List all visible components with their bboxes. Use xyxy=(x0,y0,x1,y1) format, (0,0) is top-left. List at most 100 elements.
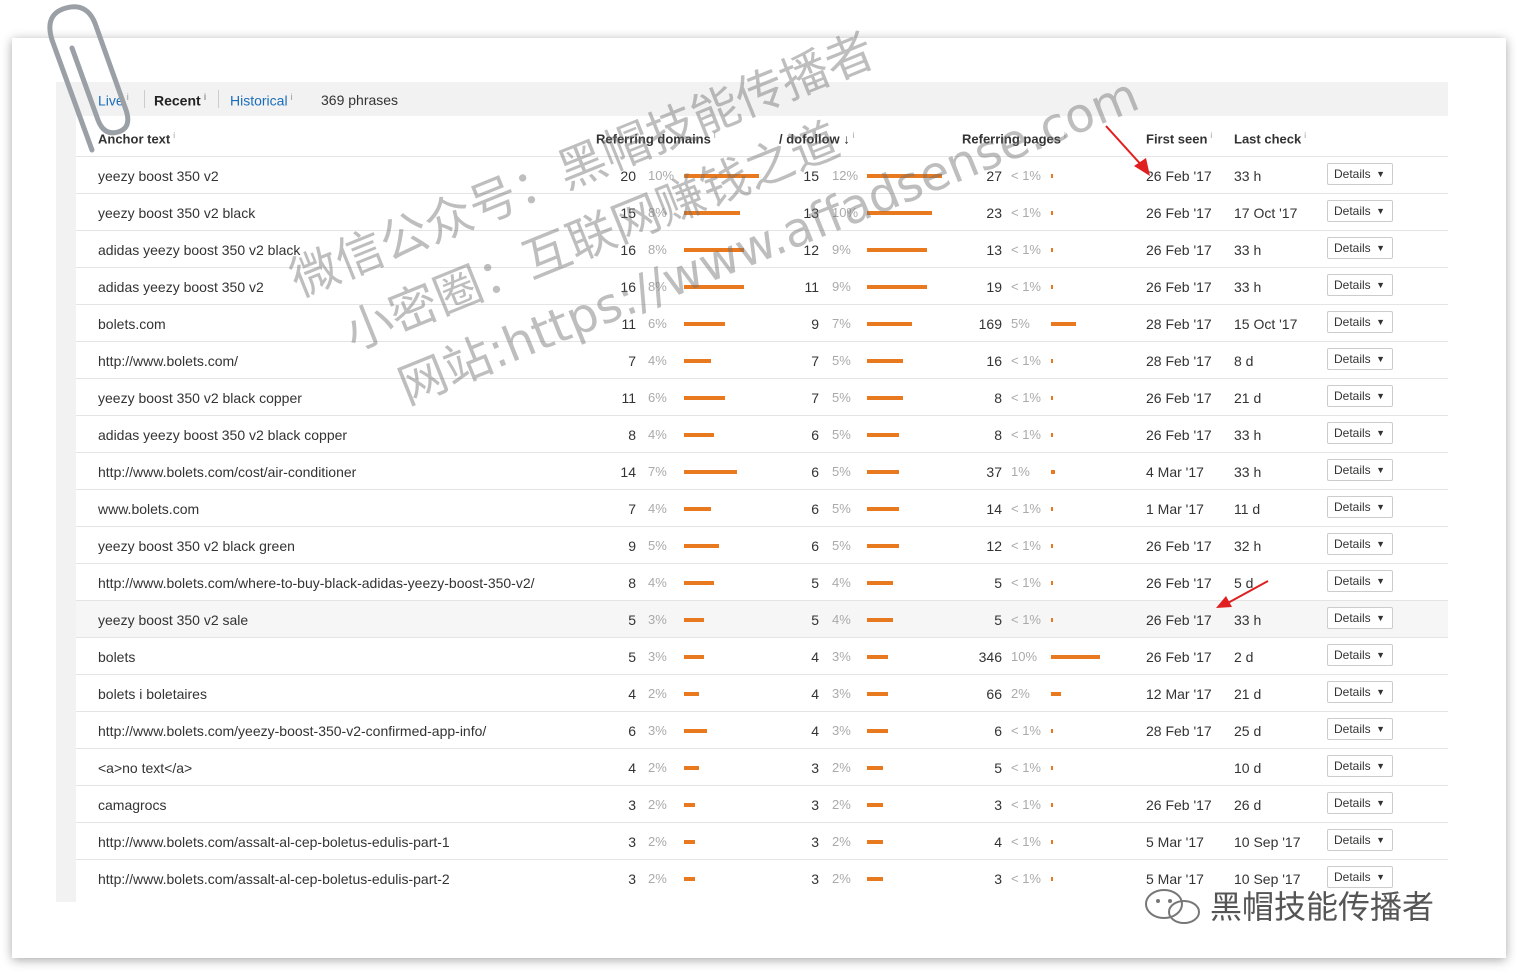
referring-domains-percent: 4% xyxy=(648,501,667,516)
details-button[interactable]: Details ▼ xyxy=(1327,755,1393,777)
referring-pages-percent: < 1% xyxy=(1011,501,1041,516)
referring-pages-percent: < 1% xyxy=(1011,390,1041,405)
dofollow-value: 6 xyxy=(811,538,819,554)
dofollow-percent: 2% xyxy=(832,871,851,886)
dofollow-percent: 5% xyxy=(832,464,851,479)
details-button[interactable]: Details ▼ xyxy=(1327,607,1393,629)
caret-down-icon: ▼ xyxy=(1376,391,1385,401)
col-dofollow[interactable]: / dofollow ↓ i xyxy=(779,131,855,146)
dofollow-percent: 5% xyxy=(832,390,851,405)
dofollow-bar xyxy=(867,507,899,511)
dofollow-percent: 4% xyxy=(832,612,851,627)
table-row: http://www.bolets.com/yeezy-boost-350-v2… xyxy=(76,711,1448,748)
referring-pages-bar xyxy=(1051,174,1053,178)
dofollow-bar xyxy=(867,803,883,807)
details-button[interactable]: Details ▼ xyxy=(1327,385,1393,407)
referring-pages-bar xyxy=(1051,655,1100,659)
referring-domains-value: 16 xyxy=(620,279,636,295)
referring-domains-value: 4 xyxy=(628,686,636,702)
referring-pages-value: 19 xyxy=(986,279,1002,295)
panel-left-gutter xyxy=(56,82,76,902)
dofollow-value: 11 xyxy=(804,279,819,295)
referring-pages-percent: < 1% xyxy=(1011,834,1041,849)
dofollow-value: 12 xyxy=(803,242,819,258)
details-button[interactable]: Details ▼ xyxy=(1327,200,1393,222)
referring-domains-bar xyxy=(684,803,695,807)
details-button[interactable]: Details ▼ xyxy=(1327,422,1393,444)
referring-domains-value: 15 xyxy=(620,205,636,221)
details-button[interactable]: Details ▼ xyxy=(1327,459,1393,481)
dofollow-bar xyxy=(867,618,893,622)
dofollow-bar xyxy=(867,692,888,696)
tab-divider xyxy=(218,90,219,108)
referring-pages-percent: < 1% xyxy=(1011,205,1041,220)
referring-pages-percent: < 1% xyxy=(1011,612,1041,627)
last-check-value: 33 h xyxy=(1234,168,1262,184)
details-button[interactable]: Details ▼ xyxy=(1327,274,1393,296)
referring-domains-percent: 6% xyxy=(648,316,667,331)
details-label: Details xyxy=(1334,685,1371,699)
last-check-value: 10 Sep '17 xyxy=(1234,834,1301,850)
dofollow-bar xyxy=(867,211,932,215)
dofollow-value: 5 xyxy=(811,575,819,591)
dofollow-percent: 3% xyxy=(832,649,851,664)
referring-pages-bar xyxy=(1051,433,1053,437)
details-label: Details xyxy=(1334,574,1371,588)
referring-pages-value: 8 xyxy=(994,390,1002,406)
dofollow-value: 4 xyxy=(811,723,819,739)
details-button[interactable]: Details ▼ xyxy=(1327,237,1393,259)
details-button[interactable]: Details ▼ xyxy=(1327,348,1393,370)
table-row: http://www.bolets.com/assalt-al-cep-bole… xyxy=(76,822,1448,859)
phrase-count: 369 phrases xyxy=(321,92,399,108)
referring-pages-bar xyxy=(1051,544,1053,548)
col-referring-domains[interactable]: Referring domains i xyxy=(596,131,716,146)
details-button[interactable]: Details ▼ xyxy=(1327,533,1393,555)
caret-down-icon: ▼ xyxy=(1376,502,1385,512)
referring-domains-value: 11 xyxy=(621,316,636,332)
info-icon: i xyxy=(1210,131,1213,140)
details-label: Details xyxy=(1334,241,1371,255)
dofollow-value: 3 xyxy=(811,871,819,887)
details-button[interactable]: Details ▼ xyxy=(1327,681,1393,703)
details-label: Details xyxy=(1334,759,1371,773)
referring-pages-bar xyxy=(1051,507,1053,511)
dofollow-percent: 3% xyxy=(832,686,851,701)
table-row: adidas yeezy boost 350 v2 black copper 8 4… xyxy=(76,415,1448,452)
anchor-text: adidas yeezy boost 350 v2 black copper xyxy=(98,427,348,443)
first-seen-value: 26 Feb '17 xyxy=(1146,427,1212,443)
anchor-text: adidas yeezy boost 350 v2 black xyxy=(98,242,301,258)
details-button[interactable]: Details ▼ xyxy=(1327,496,1393,518)
caret-down-icon: ▼ xyxy=(1376,687,1385,697)
referring-pages-percent: < 1% xyxy=(1011,353,1041,368)
dofollow-percent: 4% xyxy=(832,575,851,590)
referring-domains-bar xyxy=(684,211,740,215)
tab-historical-label: Historical xyxy=(230,92,288,109)
caret-down-icon: ▼ xyxy=(1376,613,1385,623)
dofollow-bar xyxy=(867,433,899,437)
details-button[interactable]: Details ▼ xyxy=(1327,311,1393,333)
col-referring-pages[interactable]: Referring pages i xyxy=(962,131,1066,146)
details-button[interactable]: Details ▼ xyxy=(1327,570,1393,592)
col-last-check-label: Last check xyxy=(1234,131,1302,147)
referring-pages-percent: < 1% xyxy=(1011,871,1041,886)
tab-historical[interactable]: Historical i xyxy=(230,92,293,109)
details-button[interactable]: Details ▼ xyxy=(1327,644,1393,666)
details-button[interactable]: Details ▼ xyxy=(1327,718,1393,740)
details-button[interactable]: Details ▼ xyxy=(1327,792,1393,814)
referring-pages-value: 5 xyxy=(994,612,1002,628)
anchor-text: camagrocs xyxy=(98,797,167,813)
anchor-text: http://www.bolets.com/cost/air-condition… xyxy=(98,464,357,480)
tab-recent[interactable]: Recent i xyxy=(154,92,206,109)
referring-pages-percent: 5% xyxy=(1011,316,1030,331)
details-button[interactable]: Details ▼ xyxy=(1327,163,1393,185)
referring-pages-value: 16 xyxy=(986,353,1002,369)
col-first-seen[interactable]: First seen i xyxy=(1146,131,1212,146)
info-icon: i xyxy=(852,131,855,140)
referring-domains-value: 3 xyxy=(628,834,636,850)
referring-pages-bar xyxy=(1051,729,1053,733)
details-button[interactable]: Details ▼ xyxy=(1327,829,1393,851)
referring-domains-bar xyxy=(684,285,744,289)
dofollow-value: 6 xyxy=(811,501,819,517)
referring-pages-bar xyxy=(1051,396,1053,400)
col-last-check[interactable]: Last check i xyxy=(1234,131,1306,146)
